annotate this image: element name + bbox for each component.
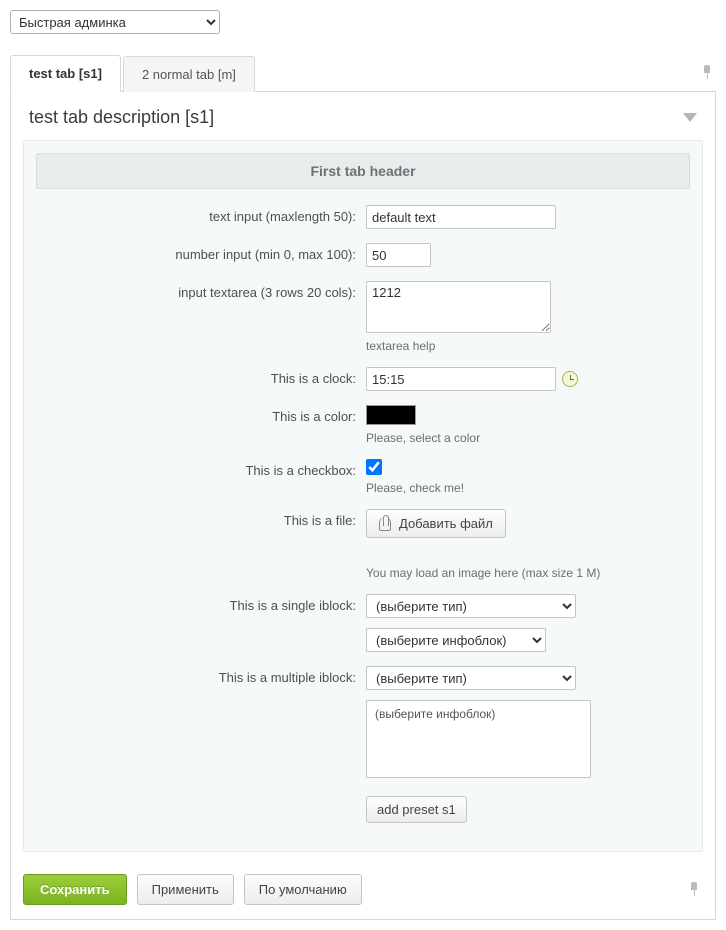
label-file: This is a file: [36,509,366,528]
color-swatch[interactable] [366,405,416,425]
checkbox-input[interactable] [366,459,382,475]
text-input[interactable] [366,205,556,229]
label-color: This is a color: [36,405,366,424]
tab-header-bar: First tab header [36,153,690,189]
row-clock: This is a clock: [36,367,690,391]
form-container: First tab header text input (maxlength 5… [23,140,703,852]
collapse-icon[interactable] [683,113,697,122]
row-text-input: text input (maxlength 50): [36,205,690,229]
add-file-label: Добавить файл [399,516,493,531]
textarea-input[interactable]: 1212 [366,281,551,333]
row-checkbox: This is a checkbox: Please, check me! [36,459,690,495]
label-textarea: input textarea (3 rows 20 cols): [36,281,366,300]
pin-icon[interactable] [687,882,703,898]
tabs-row: test tab [s1] 2 normal tab [m] [10,54,716,92]
textarea-help: textarea help [366,339,435,353]
row-color: This is a color: Please, select a color [36,405,690,445]
row-textarea: input textarea (3 rows 20 cols): 1212 te… [36,281,690,353]
section-title: test tab description [s1] [29,107,214,128]
add-file-button[interactable]: Добавить файл [366,509,506,538]
save-button[interactable]: Сохранить [23,874,127,905]
listbox-item[interactable]: (выберите инфоблок) [375,707,582,721]
row-multi-iblock: This is a multiple iblock: (выберите тип… [36,666,690,823]
label-number-input: number input (min 0, max 100): [36,243,366,262]
multi-iblock-type-select[interactable]: (выберите тип) [366,666,576,690]
label-multi-iblock: This is a multiple iblock: [36,666,366,685]
multi-iblock-listbox[interactable]: (выберите инфоблок) [366,700,591,778]
single-iblock-type-select[interactable]: (выберите тип) [366,594,576,618]
tab-test-s1[interactable]: test tab [s1] [10,55,121,92]
footer: Сохранить Применить По умолчанию [11,864,715,919]
label-text-input: text input (maxlength 50): [36,205,366,224]
checkbox-help: Please, check me! [366,481,464,495]
label-single-iblock: This is a single iblock: [36,594,366,613]
clock-input[interactable] [366,367,556,391]
label-clock: This is a clock: [36,367,366,386]
file-help: You may load an image here (max size 1 M… [366,566,600,580]
number-input[interactable] [366,243,431,267]
row-number-input: number input (min 0, max 100): [36,243,690,267]
context-select[interactable]: Быстрая админка [10,10,220,34]
color-help: Please, select a color [366,431,480,445]
default-button[interactable]: По умолчанию [244,874,362,905]
tab-normal-m[interactable]: 2 normal tab [m] [123,56,255,92]
paperclip-icon [379,517,391,531]
panel: test tab description [s1] First tab head… [10,92,716,920]
add-preset-button[interactable]: add preset s1 [366,796,467,823]
apply-button[interactable]: Применить [137,874,234,905]
clock-icon[interactable] [562,371,578,387]
pin-icon[interactable] [700,65,716,81]
row-single-iblock: This is a single iblock: (выберите тип) … [36,594,690,652]
label-checkbox: This is a checkbox: [36,459,366,478]
single-iblock-select[interactable]: (выберите инфоблок) [366,628,546,652]
form-rows: text input (maxlength 50): number input … [24,201,702,851]
row-file: This is a file: Добавить файл You may lo… [36,509,690,580]
section-header: test tab description [s1] [11,92,715,140]
